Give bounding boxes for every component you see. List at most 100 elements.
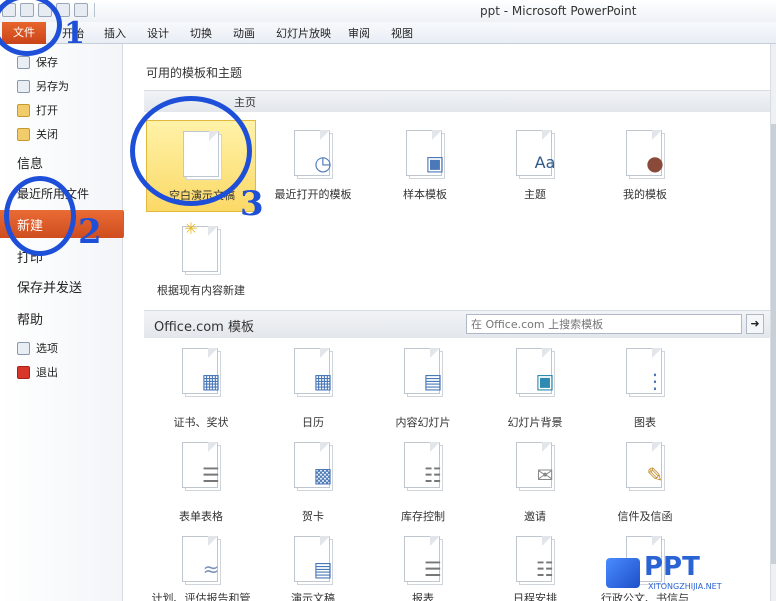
page-title: 可用的模板和主题 xyxy=(146,66,243,80)
tile-label: 证书、奖状 xyxy=(173,416,229,429)
tab-insert[interactable]: 插入 xyxy=(104,25,126,41)
tab-review[interactable]: 审阅 xyxy=(348,25,370,41)
title-bar: ppt - Microsoft PowerPoint xyxy=(0,0,776,22)
diagram-icon: ⋮ xyxy=(645,369,665,393)
backstage-close-label: 关闭 xyxy=(36,128,58,141)
annotation-step-3: 3 xyxy=(240,184,264,224)
tab-animations[interactable]: 动画 xyxy=(233,25,255,41)
backstage-info-label: 信息 xyxy=(17,156,44,172)
tile-calendars[interactable]: ▦ 日历 xyxy=(258,342,368,434)
office-template-search-input[interactable] xyxy=(466,314,742,334)
backstage-open[interactable]: 打开 xyxy=(0,102,123,118)
backstage-exit-label: 退出 xyxy=(36,366,58,379)
tile-schedules[interactable]: ☷ 日程安排 xyxy=(480,530,590,601)
form-icon: ☰ xyxy=(202,463,220,487)
ribbon-tab-bar: 文件 开始 插入 设计 切换 动画 幻灯片放映 审阅 视图 xyxy=(0,22,776,44)
slide-background-icon: ▣ xyxy=(535,369,555,393)
watermark-logo-icon xyxy=(606,558,640,588)
tile-label: 表单表格 xyxy=(179,510,223,523)
close-folder-icon xyxy=(17,127,30,141)
backstage-save-send[interactable]: 保存并发送 xyxy=(0,276,123,296)
annotation-circle-new xyxy=(4,176,76,256)
tile-recent-templates[interactable]: ◷ 最近打开的模板 xyxy=(258,120,368,212)
tile-my-templates[interactable]: ● 我的模板 xyxy=(590,120,700,212)
tile-label: 内容幻灯片 xyxy=(395,416,451,429)
tile-label: 计划、评估报告和管 xyxy=(151,592,251,601)
search-go-arrow-icon[interactable]: ➜ xyxy=(746,314,764,334)
presentation-file-icon: ▤ xyxy=(313,557,333,581)
certificate-icon: ▦ xyxy=(201,369,221,393)
backstage-nav: 保存 另存为 打开 关闭 信息 最近所用文件 新建 打印 保存并发送 帮助 选项… xyxy=(0,44,133,601)
save-as-icon xyxy=(17,79,30,93)
new-from-existing-icon: ✳ xyxy=(184,219,198,238)
tile-label: 最近打开的模板 xyxy=(274,188,352,201)
backstage-help[interactable]: 帮助 xyxy=(0,308,123,328)
tile-forms[interactable]: ☰ 表单表格 xyxy=(146,436,256,528)
tab-view[interactable]: 视图 xyxy=(391,25,413,41)
tile-greeting-cards[interactable]: ▩ 贺卡 xyxy=(258,436,368,528)
tab-transitions[interactable]: 切换 xyxy=(190,25,212,41)
scrollbar-thumb[interactable] xyxy=(771,124,776,564)
tile-reports[interactable]: ☰ 报表 xyxy=(368,530,478,601)
toolbar-divider xyxy=(94,3,95,17)
watermark-brand: PPT xyxy=(644,552,700,582)
options-icon xyxy=(17,341,30,355)
tile-slide-backgrounds[interactable]: ▣ 幻灯片背景 xyxy=(480,342,590,434)
backstage-save[interactable]: 保存 xyxy=(0,54,123,70)
home-section-header: 主页 xyxy=(144,90,770,112)
greeting-card-icon: ▩ xyxy=(313,463,333,487)
office-section-header: Office.com 模板 ➜ xyxy=(144,310,770,338)
monitor-icon: ▣ xyxy=(425,151,445,175)
backstage-exit[interactable]: 退出 xyxy=(0,364,123,380)
tile-label: 幻灯片背景 xyxy=(507,416,563,429)
open-folder-icon xyxy=(17,103,30,117)
backstage-print[interactable]: 打印 xyxy=(0,246,123,266)
tile-content-slides[interactable]: ▤ 内容幻灯片 xyxy=(368,342,478,434)
tile-letters[interactable]: ✎ 信件及信函 xyxy=(590,436,700,528)
tile-label: 库存控制 xyxy=(401,510,445,523)
tile-label: 主题 xyxy=(524,188,546,201)
tile-label: 日程安排 xyxy=(513,592,557,601)
inventory-icon: ☷ xyxy=(424,463,442,487)
annotation-step-1: 1 xyxy=(64,16,85,51)
tab-design[interactable]: 设计 xyxy=(147,25,169,41)
tab-slideshow[interactable]: 幻灯片放映 xyxy=(276,25,331,41)
backstage-help-label: 帮助 xyxy=(17,312,44,328)
exit-icon xyxy=(17,365,30,379)
tile-themes[interactable]: Aa 主题 xyxy=(480,120,590,212)
tile-label: 邀请 xyxy=(524,510,546,523)
window-title: ppt - Microsoft PowerPoint xyxy=(480,4,637,18)
backstage-options-label: 选项 xyxy=(36,342,58,355)
tile-invitations[interactable]: ✉ 邀请 xyxy=(480,436,590,528)
backstage-save-as[interactable]: 另存为 xyxy=(0,78,123,94)
backstage-save-send-label: 保存并发送 xyxy=(17,280,83,296)
tile-label: 演示文稿 xyxy=(291,592,335,601)
tile-certificates[interactable]: ▦ 证书、奖状 xyxy=(146,342,256,434)
tile-label: 日历 xyxy=(302,416,324,429)
presentation-icon: ▤ xyxy=(423,369,443,393)
tile-inventory[interactable]: ☷ 库存控制 xyxy=(368,436,478,528)
tile-label: 我的模板 xyxy=(623,188,667,201)
calendar-icon: ▦ xyxy=(313,369,333,393)
tile-diagrams[interactable]: ⋮ 图表 xyxy=(590,342,700,434)
clock-icon: ◷ xyxy=(314,151,332,175)
tile-presentations[interactable]: ▤ 演示文稿 xyxy=(258,530,368,601)
invitation-icon: ✉ xyxy=(536,463,554,487)
letter-icon: ✎ xyxy=(646,463,664,487)
tile-label: 贺卡 xyxy=(302,510,324,523)
panel-scrollbar[interactable] xyxy=(770,44,776,601)
watermark-url: XITONGZHIJIA.NET xyxy=(648,582,722,591)
tile-new-from-existing[interactable]: ✳ 根据现有内容新建 xyxy=(146,216,256,308)
print-icon[interactable] xyxy=(74,3,88,17)
tile-label: 根据现有内容新建 xyxy=(157,284,245,297)
report-icon: ☰ xyxy=(424,557,442,581)
office-section-label: Office.com 模板 xyxy=(154,320,254,335)
backstage-options[interactable]: 选项 xyxy=(0,340,123,356)
tile-plans[interactable]: ≈ 计划、评估报告和管 xyxy=(146,530,256,601)
backstage-save-as-label: 另存为 xyxy=(36,80,69,93)
home-section-label: 主页 xyxy=(234,96,256,109)
tile-label: 图表 xyxy=(634,416,656,429)
tile-sample-templates[interactable]: ▣ 样本模板 xyxy=(370,120,480,212)
backstage-info[interactable]: 信息 xyxy=(0,152,123,172)
backstage-close[interactable]: 关闭 xyxy=(0,126,123,142)
